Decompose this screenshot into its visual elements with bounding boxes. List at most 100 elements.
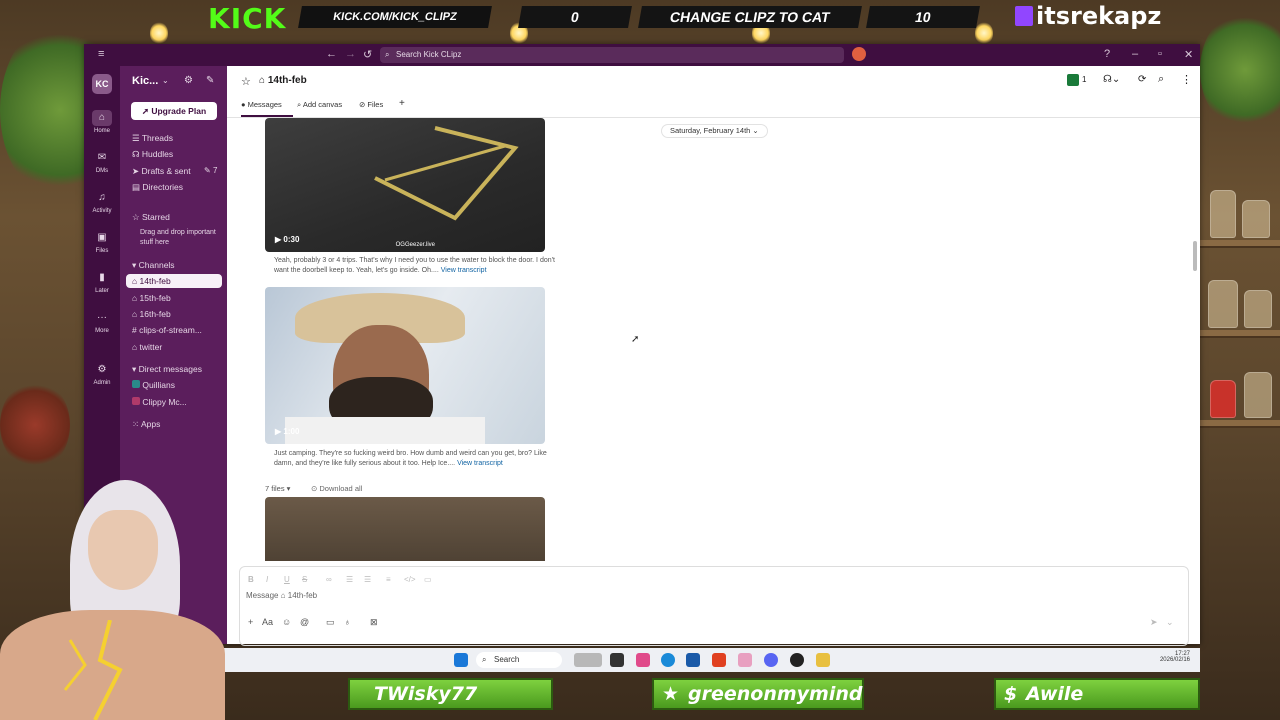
tab-files[interactable]: ⊘ Files: [359, 100, 383, 109]
sidebar-item-clips-of-stream[interactable]: # clips-of-stream...: [132, 325, 202, 335]
strike-icon[interactable]: S: [302, 575, 307, 584]
chevron-down-icon[interactable]: ⌄: [1166, 617, 1174, 628]
taskview-icon[interactable]: [574, 653, 602, 667]
code-icon[interactable]: </>: [404, 575, 416, 584]
history-icon[interactable]: ↺: [363, 48, 372, 61]
list-icon[interactable]: ☰: [346, 575, 353, 584]
plus-icon[interactable]: +: [248, 617, 253, 627]
indent-icon[interactable]: ≡: [386, 575, 391, 584]
menu-icon[interactable]: ≡: [98, 48, 104, 60]
duration-text: 1:00: [283, 427, 300, 436]
terminal-icon[interactable]: [610, 653, 624, 667]
twitch-handle: itsrekapz: [1015, 2, 1161, 30]
scrollbar[interactable]: [1193, 241, 1197, 271]
channels-header[interactable]: ▾ Channels: [132, 260, 175, 271]
sidebar-item-directories[interactable]: ▤ Directories: [132, 182, 183, 193]
sidebar-item-15th-feb[interactable]: ⌂ 15th-feb: [132, 293, 171, 303]
rail-more[interactable]: ··· More: [84, 310, 120, 334]
files-count[interactable]: 7 files ▾: [265, 484, 290, 493]
sidebar-item-14th-feb[interactable]: ⌂ 14th-feb: [126, 274, 222, 288]
taskbar-search[interactable]: ⌕ Search: [476, 652, 562, 668]
search-input[interactable]: ⌕ Search Kick CLipz: [380, 47, 844, 63]
workspace-name[interactable]: Kic...: [132, 75, 158, 87]
brave-icon[interactable]: [712, 653, 726, 667]
refresh-icon[interactable]: ⟳: [1138, 74, 1146, 85]
message-input[interactable]: Message ⌂ 14th-feb: [246, 591, 317, 600]
start-icon[interactable]: [454, 653, 468, 667]
channel-title[interactable]: ⌂ 14th-feb: [259, 75, 307, 86]
link-icon[interactable]: ∞: [326, 575, 332, 584]
huddles-label: Huddles: [141, 149, 174, 159]
upgrade-plan-button[interactable]: ➚ Upgrade Plan: [131, 102, 217, 120]
rail-activity[interactable]: ♫ Activity: [84, 190, 120, 214]
forward-icon[interactable]: →: [345, 48, 356, 60]
tab-add-canvas[interactable]: ⌕ Add canvas: [297, 100, 342, 110]
sidebar-item-16th-feb[interactable]: ⌂ 16th-feb: [132, 309, 171, 319]
rail-dms[interactable]: ✉ DMs: [84, 150, 120, 174]
slack-icon[interactable]: [816, 653, 830, 667]
headphones-icon[interactable]: ☊⌄: [1103, 74, 1120, 85]
sidebar-item-twitter[interactable]: ⌂ twitter: [132, 342, 162, 352]
sidebar-item-apps[interactable]: ⁙ Apps: [132, 419, 160, 430]
send-icon[interactable]: ➤: [1150, 617, 1158, 628]
shortcut-icon[interactable]: ⊠: [370, 617, 378, 628]
search-icon[interactable]: ⌕: [1158, 73, 1164, 86]
add-tab-icon[interactable]: +: [399, 98, 405, 109]
back-icon[interactable]: ←: [326, 48, 337, 60]
obs-icon[interactable]: [790, 653, 804, 667]
video-attachment[interactable]: [265, 497, 545, 561]
bold-icon[interactable]: B: [248, 575, 254, 584]
rail-admin[interactable]: ⚙ Admin: [84, 362, 120, 386]
member-count[interactable]: 1: [1082, 75, 1086, 84]
sidebar-item-drafts[interactable]: ➤ Drafts & sent: [132, 166, 191, 177]
view-transcript-link[interactable]: View transcript: [441, 267, 487, 274]
store-icon[interactable]: [686, 653, 700, 667]
more-icon[interactable]: ⋮: [1181, 73, 1192, 86]
codeblock-icon[interactable]: ▭: [424, 575, 432, 584]
maximize-icon[interactable]: ▫: [1158, 48, 1162, 60]
starred-header[interactable]: ☆ Starred: [132, 212, 170, 223]
profile-icon[interactable]: [852, 47, 866, 61]
edge-icon[interactable]: [661, 653, 675, 667]
app-icon[interactable]: [738, 653, 752, 667]
channel-label: twitter: [139, 342, 163, 352]
tab-messages[interactable]: ● Messages: [241, 100, 282, 109]
sidebar-item-clippy[interactable]: Clippy Mc...: [132, 397, 187, 407]
mic-icon[interactable]: ♁: [344, 617, 351, 627]
download-all-button[interactable]: ⊙ Download all: [311, 484, 362, 493]
star-icon[interactable]: ☆: [241, 75, 251, 88]
italic-icon[interactable]: I: [266, 575, 268, 584]
underline-icon[interactable]: U: [284, 575, 290, 584]
sidebar-item-huddles[interactable]: ☊ Huddles: [132, 149, 173, 160]
lock-icon: ⌂: [132, 342, 140, 352]
sidebar-item-quillians[interactable]: Quillians: [132, 380, 175, 390]
message-composer[interactable]: B I U S ∞ ☰ ☰ ≡ </> ▭ Message ⌂ 14th-feb…: [239, 566, 1189, 646]
date-divider[interactable]: Saturday, February 14th ⌄: [661, 124, 768, 138]
discord-icon[interactable]: [764, 653, 778, 667]
compose-icon[interactable]: ✎: [206, 75, 214, 86]
video-icon[interactable]: ▭: [326, 617, 335, 628]
directories-label: Directories: [142, 182, 184, 192]
video-attachment[interactable]: ▶ 0:30 OGGeezer.live: [265, 118, 545, 252]
rail-later[interactable]: ▮ Later: [84, 270, 120, 294]
member-avatar[interactable]: [1067, 74, 1079, 86]
format-icon[interactable]: Aa: [262, 617, 273, 627]
close-icon[interactable]: ✕: [1184, 48, 1193, 61]
help-icon[interactable]: ?: [1104, 48, 1110, 60]
dm-header[interactable]: ▾ Direct messages: [132, 364, 202, 375]
view-transcript-link[interactable]: View transcript: [457, 460, 503, 467]
video-attachment[interactable]: ▶ 1:00: [265, 287, 545, 444]
emoji-icon[interactable]: ☺: [282, 617, 291, 627]
rail-home[interactable]: ⌂ Home: [84, 110, 120, 134]
workspace-avatar[interactable]: KC: [92, 74, 112, 94]
mention-icon[interactable]: @: [300, 617, 309, 627]
bullet-icon[interactable]: ☰: [364, 575, 371, 584]
rail-files[interactable]: ▣ Files: [84, 230, 120, 254]
sidebar-item-threads[interactable]: ☰ Threads: [132, 133, 173, 144]
minimize-icon[interactable]: –: [1132, 48, 1138, 60]
tab-label: Files: [367, 100, 384, 109]
clock[interactable]: 17:27 2026/02/16: [1154, 651, 1190, 663]
copilot-icon[interactable]: [636, 653, 650, 667]
settings-icon[interactable]: ⚙: [184, 75, 193, 86]
chevron-down-icon[interactable]: ⌄: [162, 76, 169, 85]
